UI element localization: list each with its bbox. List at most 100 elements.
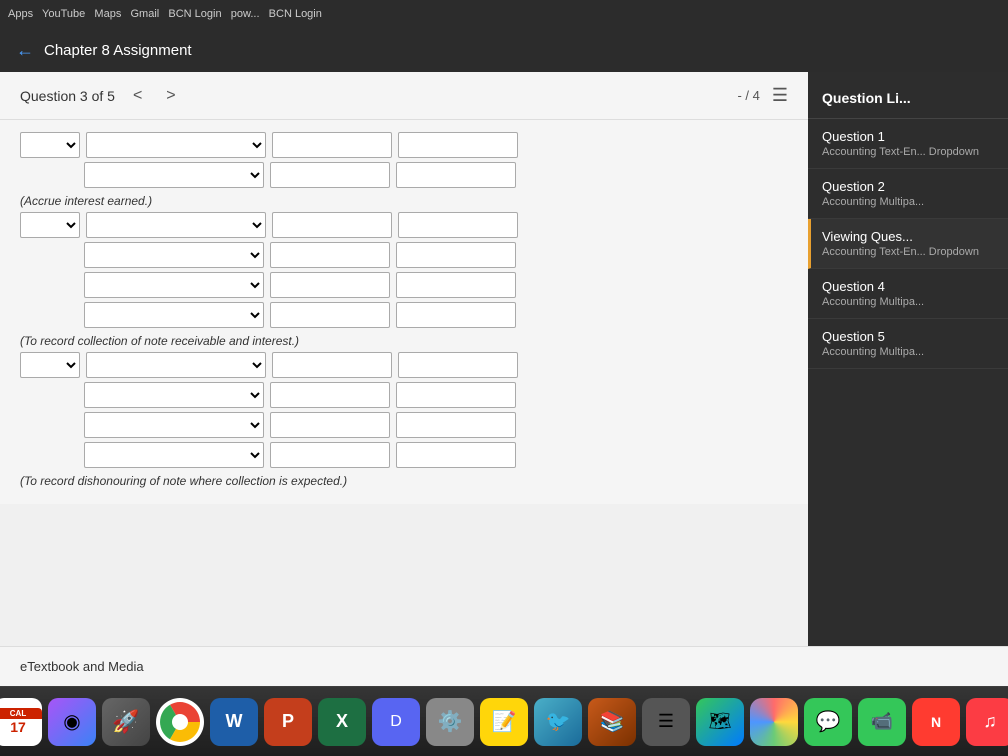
dock: 🍎 CAL17 ◉ 🚀 W P X D ⚙️ 📝 🐦 📚 ☰ 🗺 💬 📹 N ♫… [0,686,1008,756]
assignment-title: Chapter 8 Assignment [44,42,192,59]
dock-mail-bird[interactable]: 🐦 [534,698,582,746]
dock-facetime[interactable]: 📹 [858,698,906,746]
amount-3a-credit[interactable] [398,352,518,378]
question-nav: Question 3 of 5 < > [20,85,182,107]
content-area: Question 3 of 5 < > - / 4 ☰ [0,72,1008,686]
sidebar-item-q4[interactable]: Question 4 Accounting Multipa... [808,269,1008,319]
amount-3b-debit[interactable] [270,382,390,408]
select-1a-medium[interactable] [86,132,266,158]
select-3a-small[interactable] [20,352,80,378]
amount-2b-debit[interactable] [270,242,390,268]
amount-2a-credit[interactable] [398,212,518,238]
dock-news[interactable]: N [912,698,960,746]
amount-1b-credit[interactable] [396,162,516,188]
sidebar-item-q3[interactable]: Viewing Ques... Accounting Text-En... Dr… [808,219,1008,269]
etextbook-bar: eTextbook and Media [0,646,1008,686]
sidebar-item-q1-subtitle: Accounting Text-En... Dropdown [822,146,994,158]
dock-discord[interactable]: D [372,698,420,746]
journal-row-1b [20,162,788,188]
sidebar-item-q1[interactable]: Question 1 Accounting Text-En... Dropdow… [808,119,1008,169]
dock-calendar[interactable]: CAL17 [0,698,42,746]
journal-row-2a [20,212,788,238]
select-3c-medium[interactable] [84,412,264,438]
amount-2b-credit[interactable] [396,242,516,268]
score-display: - / 4 [737,88,759,103]
amount-2d-debit[interactable] [270,302,390,328]
journal-row-2d [20,302,788,328]
amount-3a-debit[interactable] [272,352,392,378]
dock-photos[interactable] [750,698,798,746]
amount-2c-debit[interactable] [270,272,390,298]
amount-1a-debit[interactable] [272,132,392,158]
label-collection: (To record collection of note receivable… [20,334,788,348]
dock-chrome[interactable] [156,698,204,746]
sidebar-item-q2[interactable]: Question 2 Accounting Multipa... [808,169,1008,219]
prev-button[interactable]: < [127,85,148,107]
select-3d-medium[interactable] [84,442,264,468]
select-2a-medium[interactable] [86,212,266,238]
label-dishonour: (To record dishonouring of note where co… [20,474,788,488]
amount-3c-credit[interactable] [396,412,516,438]
amount-1a-credit[interactable] [398,132,518,158]
sidebar-item-q3-title: Viewing Ques... [822,229,994,244]
select-2a-small[interactable] [20,212,80,238]
sidebar-item-q5[interactable]: Question 5 Accounting Multipa... [808,319,1008,369]
journal-row-3d [20,442,788,468]
amount-2a-debit[interactable] [272,212,392,238]
dock-excel[interactable]: X [318,698,366,746]
sidebar-item-q4-subtitle: Accounting Multipa... [822,296,994,308]
select-2b-medium[interactable] [84,242,264,268]
browser-tabs: Apps YouTube Maps Gmail BCN Login pow...… [8,8,322,20]
amount-3d-credit[interactable] [396,442,516,468]
select-1b-medium[interactable] [84,162,264,188]
etextbook-label[interactable]: eTextbook and Media [20,659,144,674]
back-button[interactable]: ← [16,40,34,61]
select-1a-small[interactable] [20,132,80,158]
journal-row-2c [20,272,788,298]
list-icon[interactable]: ☰ [772,85,788,106]
dock-settings[interactable]: ⚙️ [426,698,474,746]
dock-music[interactable]: ♫ [966,698,1008,746]
assignment-header: ← Chapter 8 Assignment [0,28,1008,72]
dock-word[interactable]: W [210,698,258,746]
sidebar-item-q4-title: Question 4 [822,279,994,294]
dock-reminder[interactable]: ☰ [642,698,690,746]
sidebar-item-q2-title: Question 2 [822,179,994,194]
next-button[interactable]: > [160,85,181,107]
amount-2d-credit[interactable] [396,302,516,328]
score-area: - / 4 ☰ [737,85,788,106]
amount-3b-credit[interactable] [396,382,516,408]
journal-row-3b [20,382,788,408]
main-panel: Question 3 of 5 < > - / 4 ☰ [0,72,808,686]
dock-powerpoint[interactable]: P [264,698,312,746]
dock-notes[interactable]: 📝 [480,698,528,746]
dock-books[interactable]: 📚 [588,698,636,746]
dock-siri[interactable]: ◉ [48,698,96,746]
select-2c-medium[interactable] [84,272,264,298]
amount-3c-debit[interactable] [270,412,390,438]
select-3b-medium[interactable] [84,382,264,408]
select-3a-medium[interactable] [86,352,266,378]
question-header: Question 3 of 5 < > - / 4 ☰ [0,72,808,120]
sidebar-item-q5-title: Question 5 [822,329,994,344]
sidebar-item-q1-title: Question 1 [822,129,994,144]
amount-1b-debit[interactable] [270,162,390,188]
amount-3d-debit[interactable] [270,442,390,468]
browser-bar: Apps YouTube Maps Gmail BCN Login pow...… [0,0,1008,28]
journal-row-3a [20,352,788,378]
label-accrue: (Accrue interest earned.) [20,194,788,208]
question-number: Question 3 of 5 [20,88,115,104]
journal-row-2b [20,242,788,268]
question-list-sidebar: Question Li... Question 1 Accounting Tex… [808,72,1008,686]
sidebar-item-q2-subtitle: Accounting Multipa... [822,196,994,208]
sidebar-item-q5-subtitle: Accounting Multipa... [822,346,994,358]
journal-row-1a [20,132,788,158]
sidebar-title: Question Li... [808,82,1008,119]
form-content: (Accrue interest earned.) [0,120,808,504]
dock-launchpad[interactable]: 🚀 [102,698,150,746]
dock-messages[interactable]: 💬 [804,698,852,746]
dock-maps[interactable]: 🗺 [696,698,744,746]
amount-2c-credit[interactable] [396,272,516,298]
sidebar-item-q3-subtitle: Accounting Text-En... Dropdown [822,246,994,258]
select-2d-medium[interactable] [84,302,264,328]
